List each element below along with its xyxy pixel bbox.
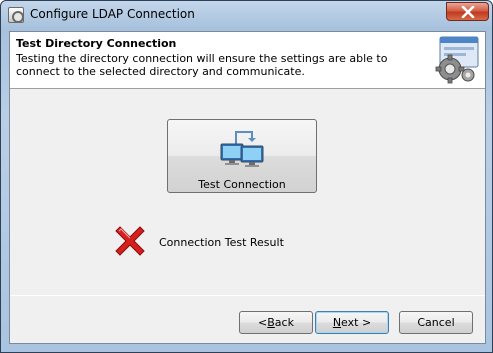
close-button[interactable]: [446, 2, 489, 21]
wizard-header: Test Directory Connection Testing the di…: [10, 32, 485, 89]
dialog-client: Test Directory Connection Testing the di…: [9, 31, 486, 344]
network-computers-icon: [220, 131, 264, 167]
title-bar[interactable]: Configure LDAP Connection: [1, 1, 492, 30]
gear-window-icon: [435, 36, 479, 84]
red-x-icon: [115, 226, 145, 256]
back-button-prefix: <: [258, 316, 268, 329]
close-icon: [461, 5, 474, 18]
page-title: Test Directory Connection: [16, 37, 177, 50]
footer-divider: [10, 295, 485, 296]
next-button[interactable]: Next >: [315, 311, 389, 334]
dialog-window: Configure LDAP Connection Test Directory…: [0, 0, 493, 353]
window-title: Configure LDAP Connection: [30, 7, 195, 21]
test-connection-label: Test Connection: [198, 178, 286, 191]
next-button-mnemonic: N: [332, 316, 342, 329]
connection-test-result-label: Connection Test Result: [159, 236, 284, 249]
page-description: Testing the directory connection will en…: [16, 52, 388, 78]
cancel-button[interactable]: Cancel: [399, 311, 473, 334]
test-connection-button[interactable]: Test Connection: [167, 119, 317, 193]
back-button-rest: ack: [274, 316, 294, 329]
next-button-rest: ext >: [341, 316, 372, 329]
back-button[interactable]: < Back: [239, 311, 313, 334]
back-button-mnemonic: B: [267, 316, 275, 329]
app-icon: [8, 7, 24, 23]
